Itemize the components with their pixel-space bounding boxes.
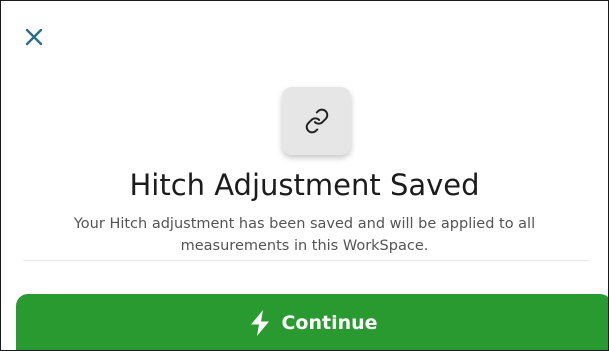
link-icon-tile (282, 87, 351, 155)
dialog-message: Your Hitch adjustment has been saved and… (73, 216, 536, 254)
divider (23, 260, 589, 261)
close-icon (25, 28, 43, 46)
close-button[interactable] (23, 26, 45, 48)
dialog-title: Hitch Adjustment Saved (129, 168, 480, 202)
continue-label: Continue (281, 312, 378, 334)
link-icon (305, 108, 328, 134)
continue-button[interactable]: Continue (16, 294, 608, 350)
dialog: Hitch Adjustment Saved Your Hitch adjust… (0, 0, 609, 351)
lightning-bolt-icon (251, 310, 270, 336)
